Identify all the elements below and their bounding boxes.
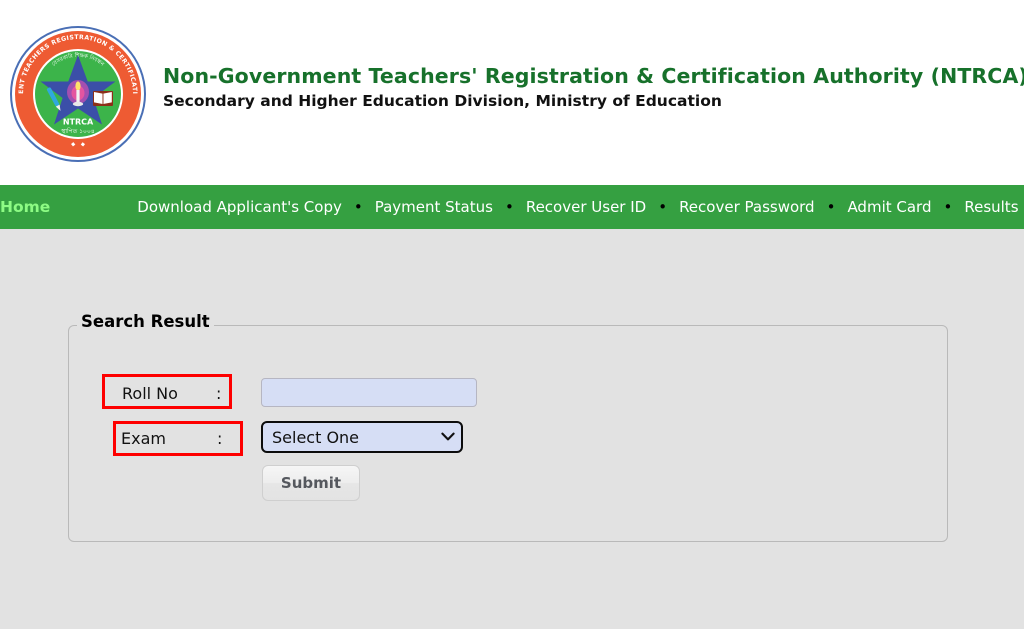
nav-item-home[interactable]: Home — [0, 185, 64, 229]
svg-text:◆ ◆: ◆ ◆ — [71, 142, 86, 149]
nav-separator-icon: • — [943, 198, 953, 216]
nav-list: Home Download Applicant's Copy • Payment… — [0, 185, 1024, 229]
search-result-panel: Search Result — [68, 313, 948, 542]
exam-label: Exam — [121, 429, 166, 448]
nav-separator-icon: • — [658, 198, 668, 216]
ntrca-seal-icon: NON-GOVERNMENT TEACHERS REGISTRATION & C… — [8, 24, 146, 162]
submit-button[interactable]: Submit — [262, 465, 360, 501]
nav-separator-icon: • — [504, 198, 514, 216]
nav-item-recover-user-id[interactable]: Recover User ID — [525, 185, 647, 229]
nav-item-download-applicants-copy[interactable]: Download Applicant's Copy — [136, 185, 343, 229]
nav-item-results[interactable]: Results — [963, 185, 1019, 229]
main-navigation: Home Download Applicant's Copy • Payment… — [0, 185, 1024, 229]
svg-text:স্থাপিত ১০০৪: স্থাপিত ১০০৪ — [60, 128, 95, 135]
exam-select[interactable]: Select One — [261, 421, 463, 453]
nav-item-admit-card[interactable]: Admit Card — [846, 185, 932, 229]
page-subtitle: Secondary and Higher Education Division,… — [163, 91, 722, 110]
exam-colon: : — [217, 429, 223, 448]
roll-no-input[interactable] — [261, 378, 477, 407]
page-title: Non-Government Teachers' Registration & … — [163, 64, 1024, 88]
nav-separator-icon: • — [353, 198, 363, 216]
header-inner: NON-GOVERNMENT TEACHERS REGISTRATION & C… — [0, 0, 1024, 164]
nav-item-recover-password[interactable]: Recover Password — [678, 185, 816, 229]
site-header: NON-GOVERNMENT TEACHERS REGISTRATION & C… — [0, 0, 1024, 185]
header-title-block: Non-Government Teachers' Registration & … — [148, 24, 1024, 111]
roll-no-colon: : — [216, 384, 222, 403]
logo-wordmark: NTRCA — [63, 118, 94, 127]
search-result-legend: Search Result — [77, 313, 214, 331]
nav-separator-icon: • — [826, 198, 836, 216]
roll-no-label: Roll No — [122, 384, 178, 403]
nav-item-payment-status[interactable]: Payment Status — [374, 185, 494, 229]
ntrca-logo: NON-GOVERNMENT TEACHERS REGISTRATION & C… — [8, 24, 148, 164]
